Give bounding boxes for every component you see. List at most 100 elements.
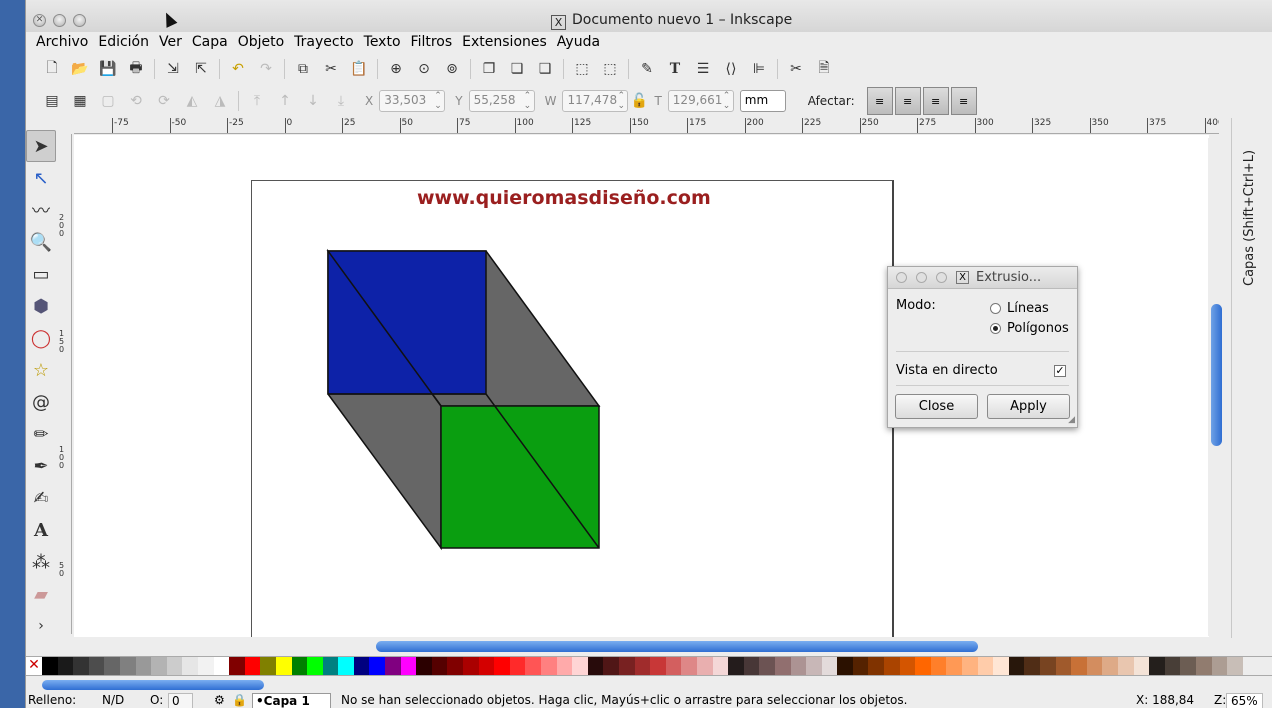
zoom-drawing-icon[interactable]: ⊙: [410, 57, 438, 81]
color-swatch[interactable]: [1071, 657, 1087, 675]
export-icon[interactable]: ⇱: [187, 57, 215, 81]
print-icon[interactable]: 🖶: [122, 57, 150, 81]
color-swatch[interactable]: [993, 657, 1009, 675]
color-swatch[interactable]: [915, 657, 931, 675]
color-swatch[interactable]: [338, 657, 354, 675]
raise-top-icon[interactable]: ⤒: [243, 89, 271, 113]
blue-square[interactable]: [327, 250, 487, 395]
pen-tool-icon[interactable]: ✒: [26, 450, 56, 482]
cut-icon[interactable]: ✂: [317, 57, 345, 81]
color-swatch[interactable]: [431, 657, 448, 675]
menu-texto[interactable]: Texto: [359, 32, 406, 54]
color-swatch[interactable]: [572, 657, 588, 675]
unlink-clone-icon[interactable]: ❑: [531, 57, 559, 81]
y-input[interactable]: 55,258: [468, 90, 535, 112]
color-swatch[interactable]: [837, 657, 853, 675]
scale-stroke-toggle[interactable]: ≡: [866, 87, 893, 115]
color-swatch[interactable]: [1211, 657, 1228, 675]
palette-scroll-thumb[interactable]: [42, 680, 264, 690]
color-swatch[interactable]: [213, 657, 230, 675]
resize-grip-icon[interactable]: ◢: [1068, 415, 1075, 425]
color-swatch[interactable]: [73, 657, 89, 675]
rectangle-tool-icon[interactable]: ▭: [26, 258, 56, 290]
palette-scrollbar[interactable]: [26, 678, 1272, 692]
rotate-cw-icon[interactable]: ⟳: [150, 89, 178, 113]
color-swatch[interactable]: [712, 657, 729, 675]
dialog-minimize-icon[interactable]: [916, 272, 927, 283]
fill-stroke-icon[interactable]: ✎: [633, 57, 661, 81]
duplicate-icon[interactable]: ❐: [475, 57, 503, 81]
radio-lines[interactable]: [990, 303, 1001, 314]
eraser-tool-icon[interactable]: ▰: [26, 578, 56, 610]
color-swatch[interactable]: [587, 657, 604, 675]
color-swatch[interactable]: [57, 657, 74, 675]
menu-filtros[interactable]: Filtros: [406, 32, 458, 54]
color-swatch[interactable]: [1008, 657, 1025, 675]
color-swatch[interactable]: [400, 657, 417, 675]
dialog-close-icon[interactable]: [896, 272, 907, 283]
color-swatch[interactable]: [244, 657, 261, 675]
pencil-tool-icon[interactable]: ✏: [26, 418, 56, 450]
copy-icon[interactable]: ⧉: [289, 57, 317, 81]
color-swatch[interactable]: [977, 657, 994, 675]
w-input[interactable]: 117,478: [562, 90, 629, 112]
open-icon[interactable]: 📂: [66, 57, 94, 81]
flip-horizontal-icon[interactable]: ◭: [178, 89, 206, 113]
color-swatch[interactable]: [899, 657, 916, 675]
mode-option-lines[interactable]: Líneas: [990, 301, 1049, 316]
color-swatch[interactable]: [104, 657, 120, 675]
color-swatch[interactable]: [821, 657, 838, 675]
eye-icon[interactable]: ⚙: [214, 693, 225, 707]
color-swatch[interactable]: [151, 657, 167, 675]
redo-icon[interactable]: ↷: [252, 57, 280, 81]
opacity-input[interactable]: 0: [168, 693, 193, 708]
color-swatch[interactable]: [962, 657, 978, 675]
3d-box-tool-icon[interactable]: ⬢: [26, 290, 56, 322]
ungroup-icon[interactable]: ⬚: [596, 57, 624, 81]
spiral-tool-icon[interactable]: @: [26, 386, 56, 418]
color-swatch[interactable]: [743, 657, 760, 675]
node-tool-icon[interactable]: ↖: [26, 162, 56, 194]
scale-corners-toggle[interactable]: ≡: [894, 87, 921, 115]
zoom-selection-icon[interactable]: ⊕: [382, 57, 410, 81]
green-square[interactable]: [440, 405, 600, 549]
color-swatch[interactable]: [291, 657, 308, 675]
horizontal-scrollbar[interactable]: [76, 638, 1209, 654]
color-swatch[interactable]: [307, 657, 323, 675]
color-swatch[interactable]: [1227, 657, 1243, 675]
menu-ver[interactable]: Ver: [154, 32, 187, 54]
color-swatch[interactable]: [774, 657, 791, 675]
paste-icon[interactable]: 📋: [345, 57, 373, 81]
color-swatch[interactable]: [509, 657, 526, 675]
color-swatch[interactable]: [322, 657, 339, 675]
color-swatch[interactable]: [229, 657, 245, 675]
new-document-icon[interactable]: 🗋: [38, 57, 66, 81]
color-swatch[interactable]: [182, 657, 198, 675]
no-paint-swatch[interactable]: ✕: [26, 657, 42, 675]
more-tools-icon[interactable]: ›: [26, 610, 56, 642]
spray-tool-icon[interactable]: ⁂: [26, 546, 56, 578]
deselect-icon[interactable]: ▢: [94, 89, 122, 113]
h-input[interactable]: 129,661: [667, 90, 734, 112]
color-swatch[interactable]: [525, 657, 541, 675]
raise-icon[interactable]: ↑: [271, 89, 299, 113]
lower-icon[interactable]: ↓: [299, 89, 327, 113]
color-swatch[interactable]: [42, 657, 58, 675]
undo-icon[interactable]: ↶: [224, 57, 252, 81]
menu-extensiones[interactable]: Extensiones: [457, 32, 552, 54]
color-swatch[interactable]: [665, 657, 682, 675]
minimize-window-button[interactable]: [53, 14, 66, 27]
color-swatch[interactable]: [790, 657, 807, 675]
color-swatch[interactable]: [1164, 657, 1181, 675]
color-swatch[interactable]: [852, 657, 869, 675]
color-swatch[interactable]: [385, 657, 401, 675]
star-tool-icon[interactable]: ☆: [26, 354, 56, 386]
menu-capa[interactable]: Capa: [187, 32, 233, 54]
clone-icon[interactable]: ❏: [503, 57, 531, 81]
color-swatch[interactable]: [634, 657, 651, 675]
color-swatch[interactable]: [618, 657, 635, 675]
ellipse-tool-icon[interactable]: ◯: [26, 322, 56, 354]
apply-button[interactable]: Apply: [987, 394, 1070, 419]
color-swatch[interactable]: [1180, 657, 1196, 675]
color-swatch[interactable]: [1195, 657, 1212, 675]
